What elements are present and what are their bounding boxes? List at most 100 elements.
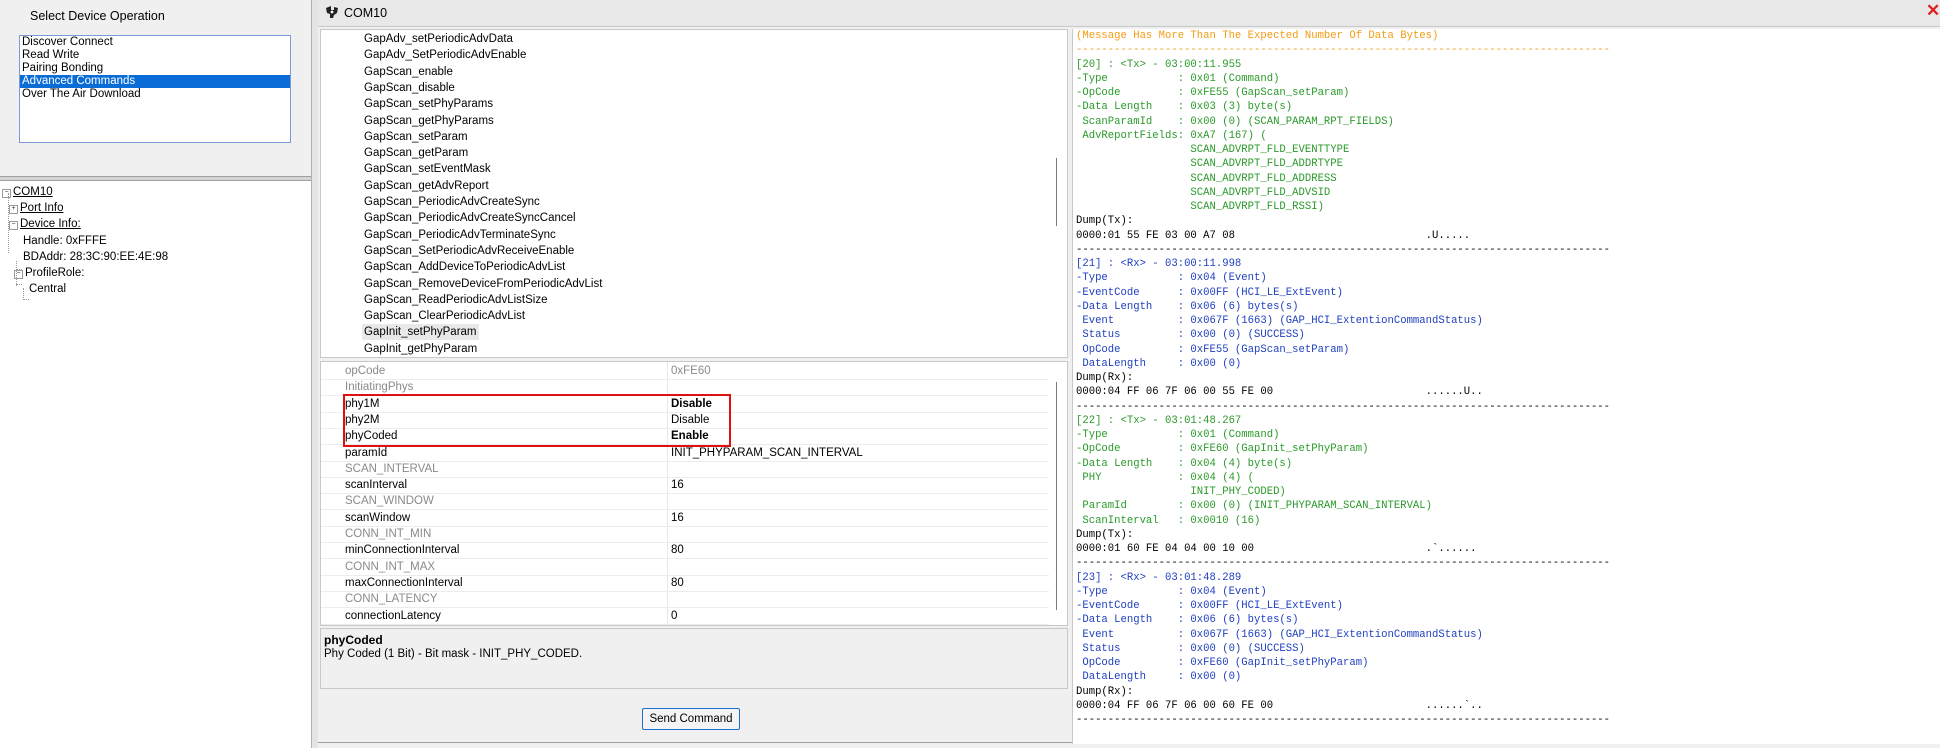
log-line: ----------------------------------------… (1076, 714, 1611, 726)
command-item[interactable]: GapAdv_setPeriodicAdvData (364, 31, 513, 47)
property-name: opCode (345, 365, 386, 377)
device-tree: − COM10 + Port Info − Device Info: Handle: … (0, 181, 312, 748)
send-command-button[interactable]: Send Command (642, 708, 740, 730)
property-value[interactable]: 16 (671, 477, 684, 493)
log-line: Event : 0x067F (1663) (GAP_HCI_Extention… (1076, 628, 1483, 641)
property-row[interactable]: CONN_INT_MIN (321, 526, 1049, 543)
expand-icon[interactable]: + (9, 205, 18, 214)
tree-node-handle: Handle: 0xFFFE (23, 235, 107, 247)
property-value[interactable]: 16 (671, 510, 684, 526)
log-line: ScanParamId : 0x00 (0) (SCAN_PARAM_RPT_F… (1076, 115, 1394, 128)
message-log[interactable]: (Message Has More Than The Expected Numb… (1072, 29, 1940, 744)
tree-node-port-info[interactable]: + Port Info (9, 201, 63, 216)
device-operation-list[interactable]: Discover Connect Read Write Pairing Bond… (19, 35, 291, 143)
property-row[interactable]: CONN_LATENCY (321, 591, 1049, 609)
command-item[interactable]: GapInit_setPhyParam (362, 324, 479, 341)
property-row[interactable]: CONN_INT_MAX (321, 559, 1049, 576)
property-name: InitiatingPhys (345, 381, 414, 394)
command-item[interactable]: GapScan_PeriodicAdvTerminateSync (364, 227, 556, 243)
property-name: SCAN_INTERVAL (345, 462, 439, 475)
vertical-splitter[interactable] (311, 0, 318, 748)
collapse-icon[interactable]: − (9, 221, 18, 230)
operation-item-pairing-bonding[interactable]: Pairing Bonding (20, 62, 290, 75)
command-item[interactable]: GapScan_PeriodicAdvCreateSyncCancel (364, 210, 576, 226)
command-item[interactable]: GapScan_setPhyParams (364, 96, 493, 112)
command-item[interactable]: GapScan_getAdvReport (364, 178, 489, 194)
log-line: Dump(Tx): (1076, 215, 1134, 228)
property-row[interactable]: scanInterval 16 (321, 477, 1049, 495)
command-item[interactable]: GapScan_ReadPeriodicAdvListSize (364, 292, 547, 308)
property-name: SCAN_WINDOW (345, 495, 434, 508)
tree-node-com10[interactable]: − COM10 (2, 185, 53, 200)
log-line: Status : 0x00 (0) (SUCCESS) (1076, 329, 1305, 342)
log-line: PHY : 0x04 (4) ( (1076, 471, 1255, 484)
command-list-scrollbar[interactable] (1056, 158, 1057, 226)
command-item[interactable]: GapScan_RemoveDeviceFromPeriodicAdvList (364, 276, 602, 292)
description-title: phyCoded (324, 633, 383, 647)
tree-node-label: Device Info: (20, 218, 81, 230)
log-line: [23] : <Rx> - 03:01:48.289 (1076, 571, 1242, 584)
log-line: 0000:01 60 FE 04 04 00 10 00 .`...... (1076, 543, 1477, 555)
property-row[interactable]: maxConnectionInterval 80 (321, 575, 1049, 592)
property-row[interactable]: scanWindow 16 (321, 510, 1049, 527)
log-line: ScanInterval : 0x0010 (16) (1076, 514, 1261, 527)
property-row[interactable]: paramId INIT_PHYPARAM_SCAN_INTERVAL (321, 445, 1049, 462)
document-titlebar: COM10 ✕ (318, 0, 1940, 27)
operation-item-advanced-commands[interactable]: Advanced Commands (20, 75, 290, 88)
command-item[interactable]: GapScan_setParam (364, 129, 468, 145)
property-value[interactable]: 80 (671, 542, 684, 558)
log-line: ----------------------------------------… (1076, 243, 1611, 256)
tree-connector (23, 288, 24, 298)
collapse-icon[interactable]: − (14, 270, 23, 279)
log-line: SCAN_ADVRPT_FLD_ADDRTYPE (1076, 158, 1344, 171)
operation-item-discover-connect[interactable]: Discover Connect (20, 36, 290, 49)
property-row[interactable]: minConnectionInterval 80 (321, 542, 1049, 560)
device-operation-panel: Select Device Operation Discover Connect… (0, 0, 312, 176)
property-grid-scrollbar[interactable] (1056, 382, 1057, 610)
log-line: -Type : 0x04 (Event) (1076, 585, 1267, 598)
tree-node-bdaddr: BDAddr: 28:3C:90:EE:4E:98 (23, 251, 169, 263)
tree-connector (16, 284, 22, 285)
log-line: Status : 0x00 (0) (SUCCESS) (1076, 642, 1305, 655)
property-name: connectionLatency (345, 609, 441, 622)
property-value[interactable]: 0 (671, 608, 677, 624)
description-text: Phy Coded (1 Bit) - Bit mask - INIT_PHY_… (324, 648, 583, 660)
operation-item-ota-download[interactable]: Over The Air Download (20, 88, 290, 101)
operation-item-read-write[interactable]: Read Write (20, 49, 290, 62)
log-line: ----------------------------------------… (1076, 44, 1611, 57)
property-value[interactable]: 0xFE60 (671, 363, 711, 379)
log-line: ----------------------------------------… (1076, 557, 1611, 570)
command-item[interactable]: GapScan_ClearPeriodicAdvList (364, 308, 525, 324)
property-name: minConnectionInterval (345, 544, 460, 557)
property-row[interactable]: connectionLatency 0 (321, 608, 1049, 625)
log-line: -OpCode : 0xFE60 (GapInit_setPhyParam) (1076, 443, 1369, 456)
command-item[interactable]: GapInit_getPhyParam (364, 341, 477, 357)
command-item[interactable]: GapScan_enable (364, 64, 453, 80)
log-line: (Message Has More Than The Expected Numb… (1076, 30, 1439, 42)
tree-node-label: COM10 (13, 186, 53, 198)
log-line: -Data Length : 0x06 (6) bytes(s) (1076, 614, 1299, 627)
command-item[interactable]: GapScan_disable (364, 80, 455, 96)
property-value[interactable]: 80 (671, 575, 684, 591)
command-item[interactable]: GapScan_getPhyParams (364, 113, 494, 129)
property-row[interactable]: SCAN_WINDOW (321, 493, 1049, 511)
command-item[interactable]: GapScan_SetPeriodicAdvReceiveEnable (364, 243, 574, 259)
log-line: -EventCode : 0x00FF (HCI_LE_ExtEvent) (1076, 600, 1344, 612)
tree-node-profile-role[interactable]: − ProfileRole: (14, 266, 84, 281)
tree-node-device-info[interactable]: − Device Info: (9, 217, 81, 232)
command-item[interactable]: GapScan_setEventMask (364, 161, 491, 177)
log-line: -Data Length : 0x04 (4) byte(s) (1076, 457, 1293, 470)
command-item[interactable]: GapScan_PeriodicAdvCreateSync (364, 194, 540, 210)
tree-node-central: Central (29, 283, 67, 295)
collapse-icon[interactable]: − (2, 189, 11, 198)
command-item[interactable]: GapScan_getParam (364, 145, 468, 161)
command-list[interactable]: GapAdv_setPeriodicAdvData GapAdv_SetPerio… (320, 29, 1068, 358)
tree-connector (23, 299, 29, 300)
command-item[interactable]: GapAdv_SetPeriodicAdvEnable (364, 47, 526, 63)
log-line: ParamId : 0x00 (0) (INIT_PHYPARAM_SCAN_I… (1076, 500, 1433, 513)
command-item[interactable]: GapScan_AddDeviceToPeriodicAdvList (364, 259, 565, 275)
property-row[interactable]: SCAN_INTERVAL (321, 461, 1049, 478)
close-icon[interactable]: ✕ (1926, 2, 1940, 20)
property-row[interactable]: opCode 0xFE60 (321, 363, 1049, 380)
tree-node-label: Port Info (20, 202, 64, 214)
